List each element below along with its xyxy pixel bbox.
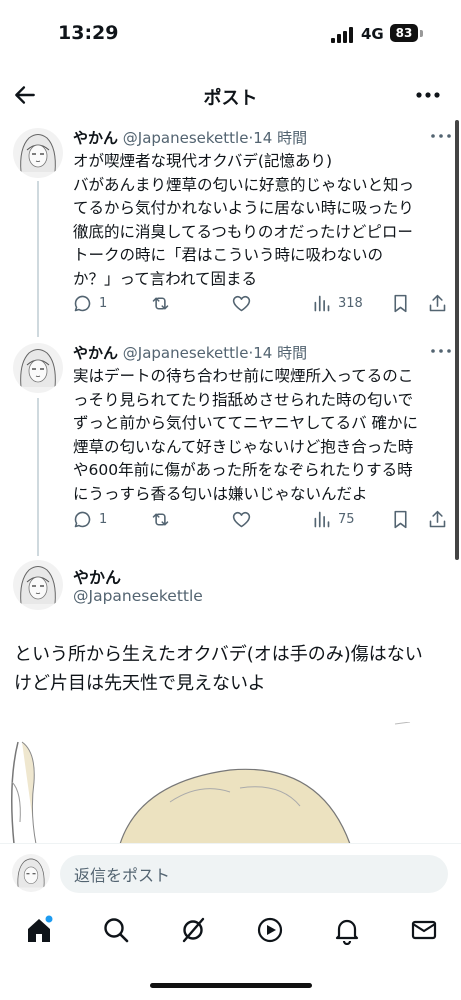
text-line: や600年前に傷があった所をなぞられたりする時 (73, 461, 413, 479)
avatar[interactable] (13, 128, 63, 178)
text-line: 実はデートの待ち合わせ前に喫煙所入ってるのこ (73, 367, 414, 385)
post-time[interactable]: 14 時間 (253, 344, 307, 362)
user-handle[interactable]: @Japanesekettle (123, 129, 249, 147)
text-line: という所から生えたオクバデ(オは手のみ)傷はない (14, 644, 423, 665)
thread-line (37, 181, 39, 337)
tweet-actions: 1 318 (72, 291, 452, 315)
reply-button[interactable]: 1 (72, 507, 107, 531)
display-name[interactable]: やかん (73, 564, 121, 588)
tweet-header: やかん @Japanesekettle·14 時間 (73, 342, 307, 363)
tweet-actions: 1 75 (72, 507, 452, 531)
page-title: ポスト (203, 88, 258, 109)
views-icon (314, 295, 330, 311)
share-button[interactable] (427, 291, 448, 315)
heart-icon (232, 295, 251, 311)
avatar-drawing (20, 566, 56, 605)
text-line: 徹底的に消臭してるつもりのオだったけどピロー (73, 222, 413, 241)
display-name[interactable]: やかん (73, 344, 118, 362)
tweet-header: やかん @Japanesekettle·14 時間 (73, 127, 307, 148)
tweet-text: オが喫煙者な現代オクバデ(記憶あり) バがあんまり煙草の匂いに好意的じゃないと知… (73, 150, 455, 291)
reply-count: 1 (99, 511, 108, 527)
battery-icon: 83 (390, 24, 418, 42)
post-header: ポスト (0, 70, 461, 122)
bell-icon[interactable] (332, 915, 362, 945)
bookmark-button[interactable] (390, 291, 411, 315)
search-icon[interactable] (101, 915, 131, 945)
post-text: という所から生えたオクバデ(オは手のみ)傷はない けど片目は先天性で見えないよ (14, 640, 454, 698)
heart-icon (232, 511, 251, 527)
illustration (11, 722, 411, 844)
text-line: けど片目は先天性で見えないよ (14, 673, 266, 694)
text-line: てるから気付かれないように居ない時に吸ったり (73, 199, 414, 217)
reply-input[interactable]: 返信をポスト (60, 855, 448, 893)
retweet-button[interactable] (150, 507, 171, 531)
display-name[interactable]: やかん (73, 129, 118, 147)
text-line: か？」って言われて固まる (73, 269, 257, 288)
retweet-icon (152, 512, 169, 526)
bookmark-icon (394, 294, 407, 312)
avatar[interactable] (13, 343, 63, 393)
bookmark-button[interactable] (390, 507, 411, 531)
thread-line (37, 398, 39, 556)
avatar (12, 854, 50, 892)
retweet-button[interactable] (150, 291, 171, 315)
views-icon (314, 511, 330, 527)
more-horizontal-icon[interactable] (430, 346, 452, 356)
reply-button[interactable]: 1 (72, 291, 107, 315)
signal-icon (331, 27, 353, 43)
text-line: ずっと前から気付いててニヤニヤしてるバ 確かに (73, 414, 418, 432)
battery-level: 83 (395, 26, 413, 40)
grok-icon[interactable] (178, 915, 208, 945)
avatar[interactable] (13, 560, 63, 610)
avatar-drawing (17, 858, 45, 888)
reply-count: 1 (99, 295, 108, 311)
video-icon[interactable] (255, 915, 285, 945)
text-line: 煙草の匂いなんて好きじゃないけど抱き合った時 (73, 437, 414, 456)
text-line: トークの時に「君はこういう時に吸わないの (73, 246, 384, 264)
status-time: 13:29 (58, 22, 119, 44)
bookmark-icon (394, 510, 407, 528)
post-time[interactable]: 14 時間 (253, 129, 307, 147)
post-image[interactable] (0, 722, 461, 844)
more-horizontal-icon[interactable] (430, 131, 452, 141)
views-button[interactable]: 75 (311, 507, 355, 531)
share-icon (429, 294, 446, 311)
text-line: オが喫煙者な現代オクバデ(記憶あり) (73, 152, 333, 170)
network-type: 4G (361, 25, 384, 43)
text-line: バがあんまり煙草の匂いに好意的じゃないと知っ (73, 175, 415, 194)
battery-cap (420, 30, 423, 37)
reply-composer: 返信をポスト (0, 843, 461, 904)
share-icon (429, 510, 446, 527)
text-line: っそり見られてたり指舐めさせられた時の匂いで (73, 390, 414, 409)
scrollbar[interactable] (455, 120, 459, 560)
avatar-drawing (20, 134, 56, 173)
avatar-drawing (20, 349, 56, 388)
view-count: 318 (338, 295, 363, 311)
mail-icon[interactable] (409, 915, 439, 945)
user-handle[interactable]: @Japanesekettle (73, 587, 203, 605)
reply-icon (74, 511, 91, 527)
retweet-icon (152, 296, 169, 310)
views-button[interactable]: 318 (311, 291, 363, 315)
text-line: にうっすら香る匂いは嫌いじゃないんだよ (73, 484, 368, 503)
more-horizontal-icon[interactable] (414, 82, 442, 108)
view-count: 75 (338, 511, 355, 527)
home-indicator (150, 983, 312, 988)
share-button[interactable] (427, 507, 448, 531)
status-bar: 13:29 4G 83 (0, 0, 461, 70)
home-icon[interactable] (24, 915, 54, 945)
reply-icon (74, 295, 91, 311)
like-button[interactable] (231, 291, 252, 315)
like-button[interactable] (231, 507, 252, 531)
tweet-text: 実はデートの待ち合わせ前に喫煙所入ってるのこ っそり見られてたり指舐めさせられた… (73, 365, 455, 506)
user-handle[interactable]: @Japanesekettle (123, 344, 249, 362)
